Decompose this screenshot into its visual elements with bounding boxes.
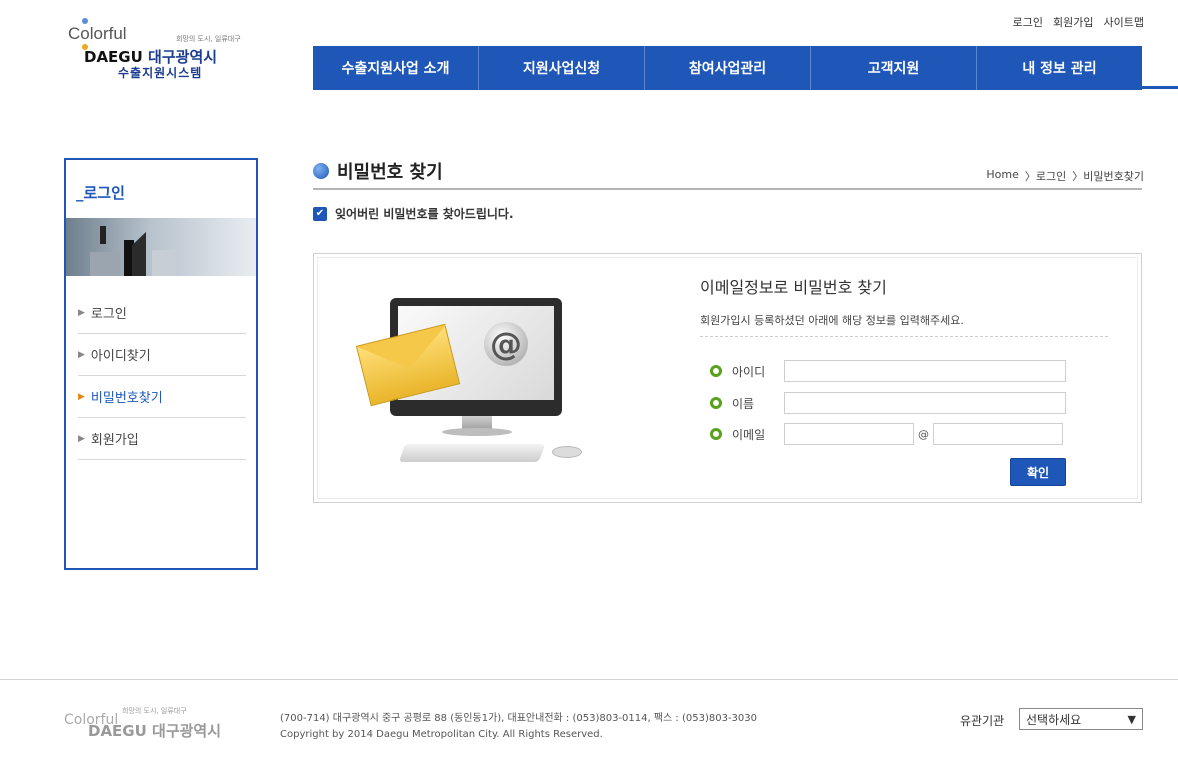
breadcrumb-home[interactable]: Home: [986, 168, 1018, 184]
page-title: 비밀번호 찾기: [313, 158, 443, 184]
id-label: 아이디: [732, 364, 766, 379]
checkbox-icon: ✔: [313, 206, 327, 221]
id-row: 아이디: [710, 360, 1066, 382]
related-sites-selected: 선택하세요: [1026, 712, 1082, 727]
email-row: 이메일 @: [710, 423, 1063, 445]
sidebar-item-label: 로그인: [90, 307, 127, 322]
at-sign-icon: @: [484, 322, 528, 366]
form-separator: [700, 336, 1108, 337]
sidebar-item-signup[interactable]: ▶ 회원가입: [78, 418, 246, 460]
sidebar-item-find-password[interactable]: ▶ 비밀번호찾기: [78, 376, 246, 418]
double-chevron-icon: ▶: [78, 307, 85, 318]
double-chevron-icon: ▶: [78, 391, 85, 402]
footer-logo-slogan: 희망의 도시, 일류대구: [122, 707, 187, 715]
top-link-sitemap[interactable]: 사이트맵: [1104, 14, 1144, 30]
sidebar-menu: ▶ 로그인 ▶ 아이디찾기 ▶ 비밀번호찾기 ▶ 회원가입: [78, 292, 246, 460]
find-password-panel: @ 이메일정보로 비밀번호 찾기 회원가입시 등록하셨던 아래에 해당 정보를 …: [313, 253, 1142, 503]
name-input[interactable]: [784, 392, 1066, 414]
email-at-sign: @: [918, 427, 929, 441]
nav-participation-manage[interactable]: 참여사업관리: [644, 46, 810, 90]
footer-divider: [0, 679, 1178, 680]
breadcrumb-login[interactable]: 〉로그인: [1025, 168, 1066, 184]
sidebar-item-login[interactable]: ▶ 로그인: [78, 292, 246, 334]
footer-logo-daegu: DAEGU 대구광역시: [88, 722, 222, 740]
top-link-signup[interactable]: 회원가입: [1053, 14, 1093, 30]
breadcrumb: Home 〉로그인 〉비밀번호찾기: [986, 168, 1144, 184]
nav-customer-support[interactable]: 고객지원: [810, 46, 976, 90]
notice-text: 잊어버린 비밀번호를 찾아드립니다.: [335, 207, 514, 221]
form-title: 이메일정보로 비밀번호 찾기: [700, 278, 887, 297]
top-link-login[interactable]: 로그인: [1013, 14, 1043, 30]
sidebar-banner-image: [66, 218, 256, 276]
notice: ✔ 잊어버린 비밀번호를 찾아드립니다.: [313, 205, 514, 222]
keyboard-icon: [398, 444, 546, 462]
sidebar-item-label: 비밀번호찾기: [90, 391, 163, 406]
top-links: 로그인 회원가입 사이트맵: [1013, 14, 1144, 30]
green-circle-icon: [710, 428, 722, 440]
name-row: 이름: [710, 392, 1066, 414]
title-divider: [313, 188, 1142, 190]
main-nav: 수출지원사업 소개 지원사업신청 참여사업관리 고객지원 내 정보 관리: [313, 46, 1142, 90]
site-logo[interactable]: Colorful 희망의 도시, 일류대구 DAEGU 대구광역시 수출지원시스…: [62, 14, 272, 94]
nav-export-support-intro[interactable]: 수출지원사업 소개: [313, 46, 478, 90]
logo-slogan: 희망의 도시, 일류대구: [176, 35, 241, 43]
email-label: 이메일: [732, 427, 766, 442]
footer-logo: Colorful 희망의 도시, 일류대구 DAEGU 대구광역시: [64, 704, 234, 744]
double-chevron-icon: ▶: [78, 349, 85, 360]
nav-my-info[interactable]: 내 정보 관리: [976, 46, 1142, 90]
green-circle-icon: [710, 365, 722, 377]
nav-support-apply[interactable]: 지원사업신청: [478, 46, 644, 90]
name-label: 이름: [732, 396, 755, 411]
email-domain-input[interactable]: [933, 423, 1063, 445]
double-chevron-icon: ▶: [78, 433, 85, 444]
logo-system-name: 수출지원시스템: [118, 66, 203, 80]
sidebar-item-label: 회원가입: [90, 433, 139, 448]
logo-colorful-text: Colorful: [68, 24, 127, 43]
sidebar: _로그인 ▶ 로그인 ▶ 아이디찾기 ▶ 비밀번호찾기 ▶ 회원가입: [64, 158, 258, 570]
email-computer-illustration: @: [355, 298, 592, 468]
blue-bullet-icon: [313, 163, 329, 179]
sidebar-item-find-id[interactable]: ▶ 아이디찾기: [78, 334, 246, 376]
related-sites-label: 유관기관: [960, 714, 1005, 728]
green-circle-icon: [710, 397, 722, 409]
id-input[interactable]: [784, 360, 1066, 382]
sidebar-item-label: 아이디찾기: [90, 349, 151, 364]
footer-address: (700-714) 대구광역시 중구 공평로 88 (동인동1가), 대표안내전…: [280, 713, 758, 724]
footer-address-block: (700-714) 대구광역시 중구 공평로 88 (동인동1가), 대표안내전…: [280, 711, 757, 743]
related-sites-select[interactable]: 선택하세요 ▼: [1019, 708, 1143, 730]
page-title-text: 비밀번호 찾기: [337, 162, 443, 183]
breadcrumb-find-password: 〉비밀번호찾기: [1072, 170, 1144, 183]
footer-copyright: Copyright by 2014 Daegu Metropolitan Cit…: [280, 729, 603, 740]
confirm-button[interactable]: 확인: [1010, 458, 1066, 486]
form-description: 회원가입시 등록하셨던 아래에 해당 정보를 입력해주세요.: [700, 314, 964, 327]
chevron-down-icon: ▼: [1127, 712, 1136, 726]
sidebar-title: _로그인: [76, 184, 125, 202]
mouse-icon: [552, 446, 582, 458]
email-local-input[interactable]: [784, 423, 914, 445]
